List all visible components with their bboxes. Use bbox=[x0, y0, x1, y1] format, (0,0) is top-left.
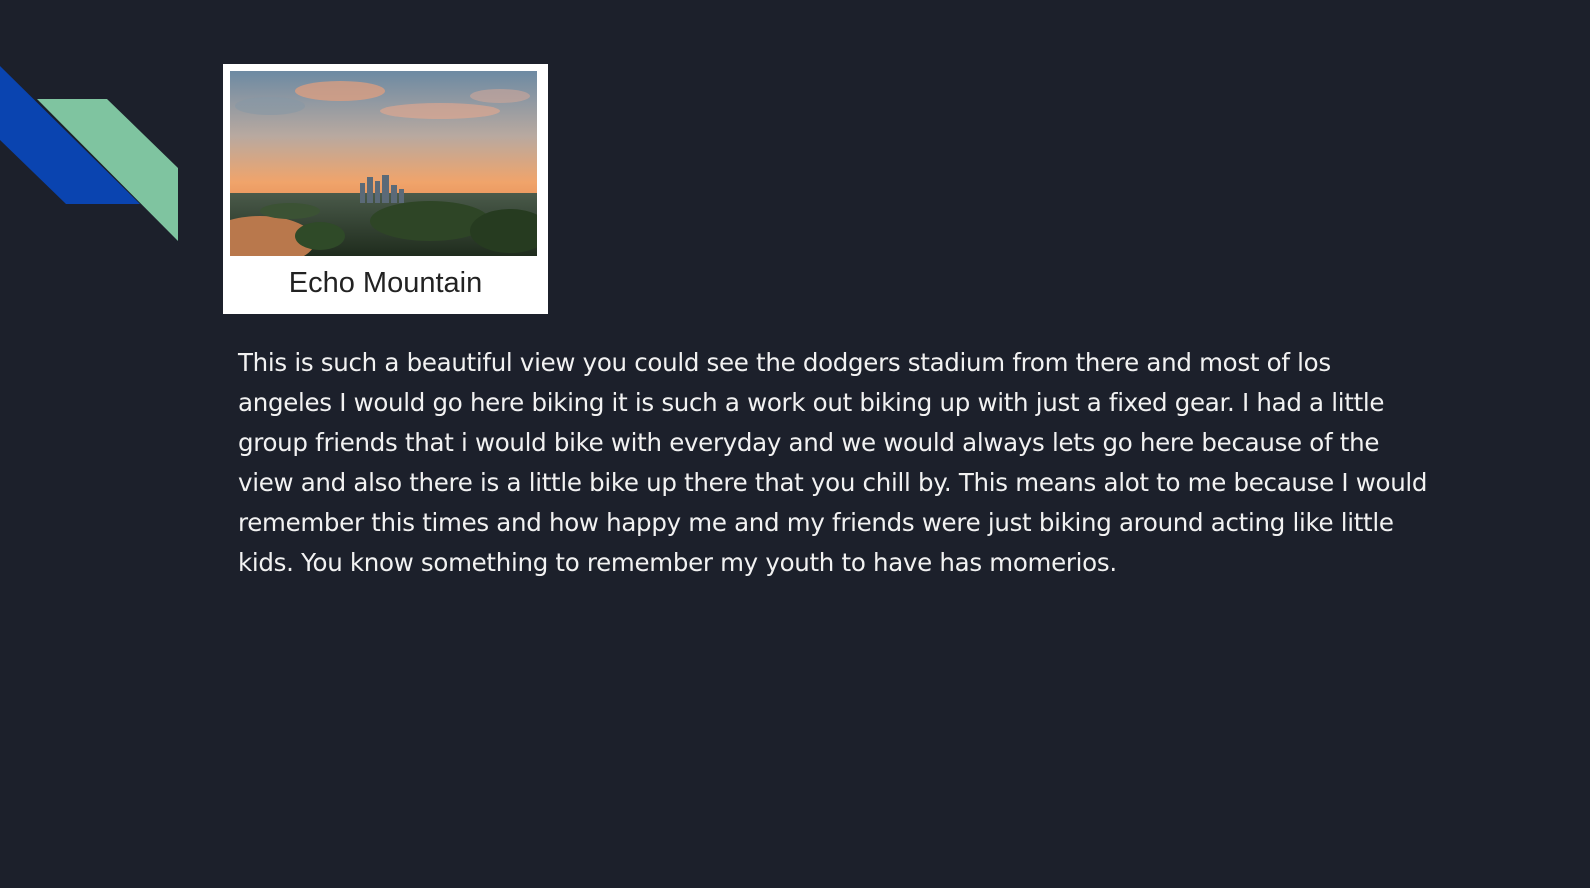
city-skyline-photo bbox=[230, 71, 537, 256]
slide: Echo Mountain This is such a beautiful v… bbox=[0, 0, 1590, 888]
image-caption: Echo Mountain bbox=[288, 267, 483, 299]
photo-card: Echo Mountain bbox=[223, 64, 548, 314]
corner-decoration bbox=[0, 66, 178, 241]
body-paragraph: This is such a beautiful view you could … bbox=[238, 348, 1428, 577]
